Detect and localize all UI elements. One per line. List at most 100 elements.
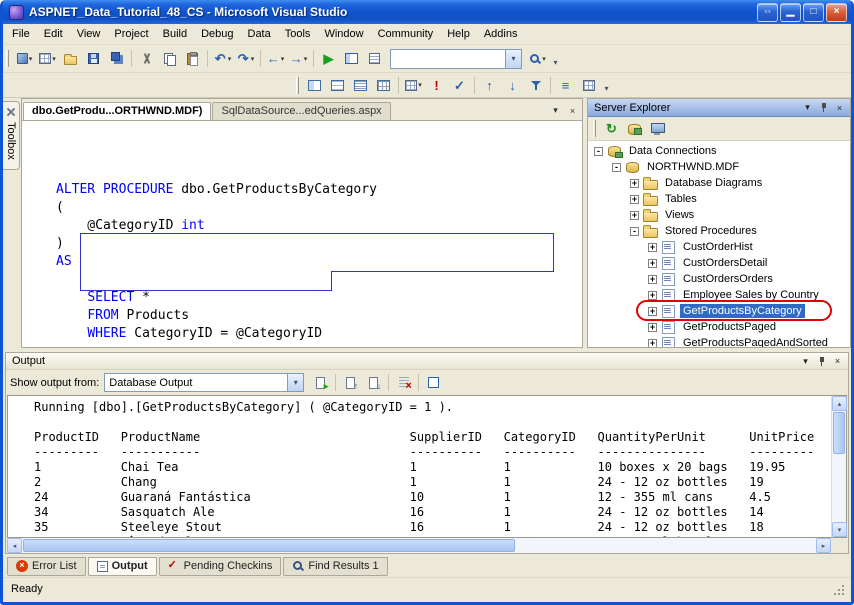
redo-button[interactable]: ↷▾	[234, 48, 257, 70]
title-bar[interactable]: ASPNET_Data_Tutorial_48_CS - Microsoft V…	[3, 0, 851, 24]
output-window-position-button[interactable]: ▾	[798, 354, 813, 368]
minimize-button[interactable]: ▁	[780, 3, 801, 22]
verify-sql-button[interactable]: ✓	[448, 74, 471, 96]
scroll-down-icon[interactable]: ▾	[832, 522, 847, 537]
tree-item-tables[interactable]: +Tables	[588, 191, 850, 207]
save-button[interactable]	[82, 48, 105, 70]
expand-icon[interactable]: +	[648, 307, 657, 316]
scrollbar-track[interactable]	[22, 538, 816, 553]
menu-project[interactable]: Project	[107, 25, 155, 43]
scroll-right-icon[interactable]: ▸	[816, 538, 831, 553]
tree-item-data-connections[interactable]: -Data Connections	[588, 143, 850, 159]
scrollbar-thumb[interactable]	[833, 412, 845, 454]
menu-file[interactable]: File	[5, 25, 37, 43]
combo-dropdown-icon[interactable]: ▾	[287, 374, 303, 391]
bottom-tab-pending-checkins[interactable]: Pending Checkins	[159, 557, 282, 576]
connect-to-database-button[interactable]	[623, 118, 646, 140]
output-auto-hide-button[interactable]	[814, 354, 829, 368]
toolbar-grip[interactable]	[593, 120, 596, 137]
menu-addins[interactable]: Addins	[477, 25, 525, 43]
close-button[interactable]: ×	[826, 3, 847, 22]
output-vertical-scrollbar[interactable]: ▴ ▾	[831, 396, 846, 537]
output-close-button[interactable]: ×	[830, 354, 845, 368]
expand-icon[interactable]: +	[630, 195, 639, 204]
expand-icon[interactable]: +	[648, 291, 657, 300]
server-explorer-titlebar[interactable]: Server Explorer ▾×	[588, 99, 850, 117]
restore-button[interactable]: □	[803, 3, 824, 22]
paste-button[interactable]	[181, 48, 204, 70]
expand-icon[interactable]: +	[648, 339, 657, 348]
execute-sql-button[interactable]: !	[425, 74, 448, 96]
menu-tools[interactable]: Tools	[278, 25, 318, 43]
save-all-button[interactable]	[105, 48, 128, 70]
tree-item-custordersorders[interactable]: +CustOrdersOrders	[588, 271, 850, 287]
expand-icon[interactable]: +	[648, 323, 657, 332]
menu-view[interactable]: View	[70, 25, 108, 43]
menu-edit[interactable]: Edit	[37, 25, 70, 43]
add-item-button[interactable]: ▾	[36, 48, 59, 70]
scroll-left-icon[interactable]: ◂	[7, 538, 22, 553]
output-source-select[interactable]: Database Output ▾	[104, 373, 304, 392]
toggle-word-wrap-button[interactable]	[422, 372, 445, 394]
tree-item-database-diagrams[interactable]: +Database Diagrams	[588, 175, 850, 191]
se-window-position-button[interactable]: ▾	[800, 101, 815, 115]
document-tab-sqldatasource-edqueries-aspx[interactable]: SqlDataSource...edQueries.aspx	[212, 102, 390, 120]
scrollbar-thumb[interactable]	[23, 539, 515, 552]
menu-help[interactable]: Help	[440, 25, 477, 43]
scroll-up-icon[interactable]: ▴	[832, 396, 847, 411]
code-line[interactable]: )	[56, 235, 582, 253]
window-switch-button[interactable]: ⇔	[757, 3, 778, 22]
se-auto-hide-button[interactable]	[816, 101, 831, 115]
tree-item-stored-procedures[interactable]: -Stored Procedures	[588, 223, 850, 239]
open-file-button[interactable]	[59, 48, 82, 70]
quick-find-combo[interactable]: ▾	[390, 49, 522, 69]
bottom-tab-output[interactable]: Output	[88, 557, 157, 576]
output-horizontal-scrollbar[interactable]: ◂ ▸	[7, 538, 847, 553]
new-connection-button[interactable]: ▾	[13, 48, 36, 70]
add-table-button[interactable]	[577, 74, 600, 96]
code-line[interactable]: (	[56, 199, 582, 217]
show-criteria-pane-button[interactable]	[326, 74, 349, 96]
tree-item-custorderhist[interactable]: +CustOrderHist	[588, 239, 850, 255]
tree-item-northwnd-mdf[interactable]: -NORTHWND.MDF	[588, 159, 850, 175]
scrollbar-track[interactable]	[832, 411, 846, 522]
code-line[interactable]: WHERE CategoryID = @CategoryID	[56, 325, 582, 343]
menu-window[interactable]: Window	[317, 25, 370, 43]
collapse-icon[interactable]: -	[630, 227, 639, 236]
expand-icon[interactable]: +	[648, 243, 657, 252]
document-tab-dbo-getprodu-orthwnd-mdf[interactable]: dbo.GetProdu...ORTHWND.MDF)	[23, 102, 211, 120]
tree-item-custordersdetail[interactable]: +CustOrdersDetail	[588, 255, 850, 271]
output-titlebar[interactable]: Output ▾×	[6, 353, 848, 370]
code-line[interactable]: SELECT *	[56, 289, 582, 307]
goto-message-button[interactable]	[309, 372, 332, 394]
find-in-files-button[interactable]: ▾	[526, 48, 549, 70]
cut-button[interactable]	[135, 48, 158, 70]
menu-data[interactable]: Data	[241, 25, 278, 43]
remove-filter-button[interactable]	[524, 74, 547, 96]
tree-item-getproductsbycategory[interactable]: +GetProductsByCategory	[588, 303, 850, 319]
code-line[interactable]: @CategoryID int	[56, 217, 582, 235]
sort-descending-button[interactable]: ↓	[501, 74, 524, 96]
refresh-button[interactable]: ↻	[600, 118, 623, 140]
collapse-icon[interactable]: -	[612, 163, 621, 172]
show-sql-pane-button[interactable]	[349, 74, 372, 96]
combo-dropdown-icon[interactable]: ▾	[505, 50, 521, 68]
tree-item-getproductspaged[interactable]: +GetProductsPaged	[588, 319, 850, 335]
menu-debug[interactable]: Debug	[194, 25, 240, 43]
navigate-backward-button[interactable]: ←▾	[264, 48, 287, 70]
connect-to-server-button[interactable]	[646, 118, 669, 140]
bottom-tab-error-list[interactable]: Error List	[7, 557, 86, 576]
collapse-icon[interactable]: -	[594, 147, 603, 156]
navigate-forward-button[interactable]: →▾	[287, 48, 310, 70]
tree-item-getproductspagedandsorted[interactable]: +GetProductsPagedAndSorted	[588, 335, 850, 347]
menu-build[interactable]: Build	[156, 25, 194, 43]
expand-icon[interactable]: +	[648, 259, 657, 268]
tree-item-employee-sales-by-country[interactable]: +Employee Sales by Country	[588, 287, 850, 303]
code-line[interactable]: FROM Products	[56, 307, 582, 325]
properties-window-button[interactable]	[363, 48, 386, 70]
toolbar-grip[interactable]	[296, 77, 299, 94]
next-message-button[interactable]	[362, 372, 385, 394]
expand-icon[interactable]: +	[630, 179, 639, 188]
group-by-button[interactable]: ≡	[554, 74, 577, 96]
expand-icon[interactable]: +	[630, 211, 639, 220]
